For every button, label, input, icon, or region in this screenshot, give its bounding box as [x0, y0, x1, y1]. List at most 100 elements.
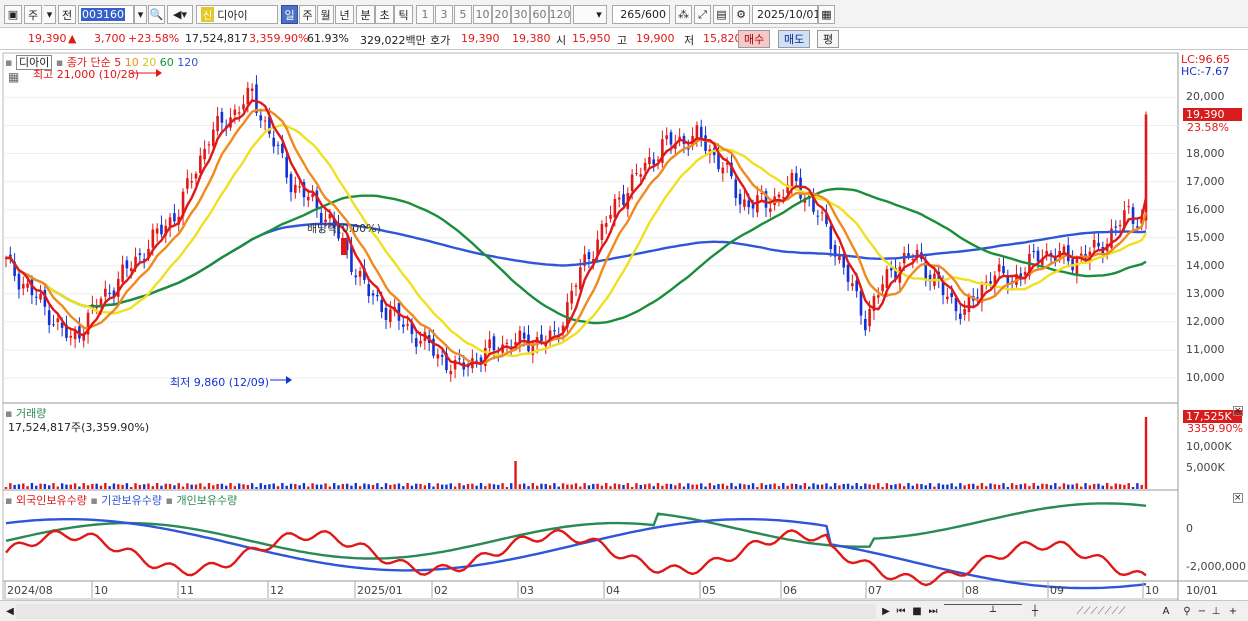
aa-icon[interactable]: A: [1160, 604, 1172, 619]
period-week[interactable]: 주: [299, 5, 316, 24]
bar-count-input[interactable]: 265/600: [612, 5, 670, 24]
volume-bar: [773, 483, 776, 489]
evaluation-button[interactable]: 평: [817, 30, 840, 48]
week-toggle[interactable]: 주: [24, 5, 42, 24]
volume-bar: [557, 486, 560, 489]
crosshair-icon[interactable]: ┼: [1028, 604, 1042, 619]
sound-icon[interactable]: ◀▾: [167, 5, 193, 24]
stock-name-field[interactable]: 신 디아이: [196, 5, 278, 24]
zoom-icon[interactable]: ⚲: [1180, 604, 1194, 619]
candle-body: [695, 125, 699, 138]
drawing-tools-icon[interactable]: ⟋⟋⟋⟋⟋⟋⟋: [1046, 604, 1156, 619]
volume-bar: [233, 486, 237, 489]
candle-body: [820, 212, 824, 214]
volume-bar: [592, 483, 595, 489]
volume-bar: [82, 483, 85, 489]
volume-bar: [402, 486, 405, 489]
window-menu-icon[interactable]: ▣: [4, 5, 22, 24]
volume-bar: [751, 483, 755, 489]
panel-close-icon[interactable]: ×: [1233, 406, 1243, 416]
candle-body: [622, 194, 625, 205]
candle-body: [617, 197, 621, 200]
volume-bar: [479, 483, 483, 489]
candle-body: [781, 197, 785, 199]
date-input[interactable]: 2025/10/01: [752, 5, 820, 24]
volume-bar: [1080, 486, 1083, 489]
period-day[interactable]: 일: [281, 5, 298, 24]
volume-bar: [1049, 485, 1053, 489]
volume-bar: [1045, 483, 1048, 489]
turnover-pct: 61.93%: [307, 32, 349, 45]
zoom-reset-icon[interactable]: ⊥: [1210, 604, 1222, 619]
calendar-icon[interactable]: ▦: [818, 5, 835, 24]
period-minute[interactable]: 분: [356, 5, 375, 24]
volume-bar: [423, 485, 427, 489]
volume-bar: [294, 483, 297, 489]
buy-button[interactable]: 매수: [738, 30, 771, 48]
candle-body: [868, 308, 871, 327]
period-second[interactable]: 초: [375, 5, 394, 24]
stock-code-input[interactable]: 003160: [78, 5, 134, 24]
minute-5[interactable]: 5: [454, 5, 472, 24]
trade-volume: 17,524,817: [185, 32, 248, 45]
volume-bar: [687, 483, 690, 489]
zoom-in-icon[interactable]: +: [1226, 604, 1240, 619]
custom-period-select[interactable]: ▾: [573, 5, 607, 24]
panel-close-icon[interactable]: ×: [1233, 493, 1243, 503]
volume-bar: [894, 484, 897, 489]
volume-bar: [371, 484, 375, 489]
save-icon[interactable]: ▤: [713, 5, 730, 24]
volume-bar: [406, 483, 409, 489]
stop-icon[interactable]: ■: [910, 604, 924, 619]
volume-bar: [216, 483, 219, 489]
minute-60[interactable]: 60: [530, 5, 549, 24]
volume-bar: [505, 486, 509, 489]
volume-bar: [838, 485, 841, 489]
volume-bar: [307, 486, 310, 489]
volume-bar: [950, 483, 953, 489]
zoom-out-icon[interactable]: −: [1196, 604, 1208, 619]
volume-bar: [415, 483, 418, 489]
minute-120[interactable]: 120: [549, 5, 571, 24]
forward-icon[interactable]: ⏭: [926, 604, 940, 619]
candle-body: [1079, 253, 1083, 256]
scroll-left-icon[interactable]: ◀: [4, 604, 16, 619]
volume-bar: [30, 483, 34, 489]
scroll-right-icon[interactable]: ▶: [880, 604, 892, 619]
search-icon[interactable]: 🔍: [148, 5, 165, 24]
scroll-track[interactable]: [16, 604, 876, 619]
sell-button[interactable]: 매도: [778, 30, 811, 48]
rewind-icon[interactable]: ⏮: [894, 604, 908, 619]
expand-icon[interactable]: ⤢: [694, 5, 711, 24]
volume-bar: [501, 483, 504, 489]
candle-body: [155, 228, 159, 234]
volume-bar: [419, 483, 422, 489]
volume-bar: [648, 483, 651, 489]
period-year[interactable]: 년: [335, 5, 354, 24]
volume-bar: [91, 483, 94, 489]
stock-name: 디아이: [217, 8, 248, 22]
period-tick[interactable]: 틱: [394, 5, 413, 24]
week-dropdown-icon[interactable]: ▾: [44, 5, 56, 24]
period-month[interactable]: 월: [317, 5, 334, 24]
volume-bar: [332, 483, 336, 489]
volume-bar: [52, 483, 55, 489]
volume-bar: [587, 485, 591, 489]
last-price-tag: 19,390: [1183, 108, 1242, 121]
candle-body: [963, 309, 966, 315]
minute-3[interactable]: 3: [435, 5, 453, 24]
code-dropdown-icon[interactable]: ▾: [134, 5, 147, 24]
price-chart[interactable]: 2024/08 10 11 12 2025/01 02 03 04 05 06 07 08 09 10: [0, 51, 1248, 600]
volume-bar: [756, 486, 759, 489]
chart-type-icon[interactable]: ⁂: [675, 5, 692, 24]
minute-20[interactable]: 20: [492, 5, 511, 24]
zoom-slider[interactable]: ┴: [944, 604, 1022, 619]
candle-body: [630, 174, 634, 192]
minute-30[interactable]: 30: [511, 5, 530, 24]
minute-10[interactable]: 10: [473, 5, 492, 24]
volume-bar: [337, 485, 340, 489]
prev-toggle[interactable]: 전: [58, 5, 76, 24]
minute-1[interactable]: 1: [416, 5, 434, 24]
settings-icon[interactable]: ⚙: [732, 5, 750, 24]
table-icon[interactable]: ▦: [8, 70, 19, 84]
